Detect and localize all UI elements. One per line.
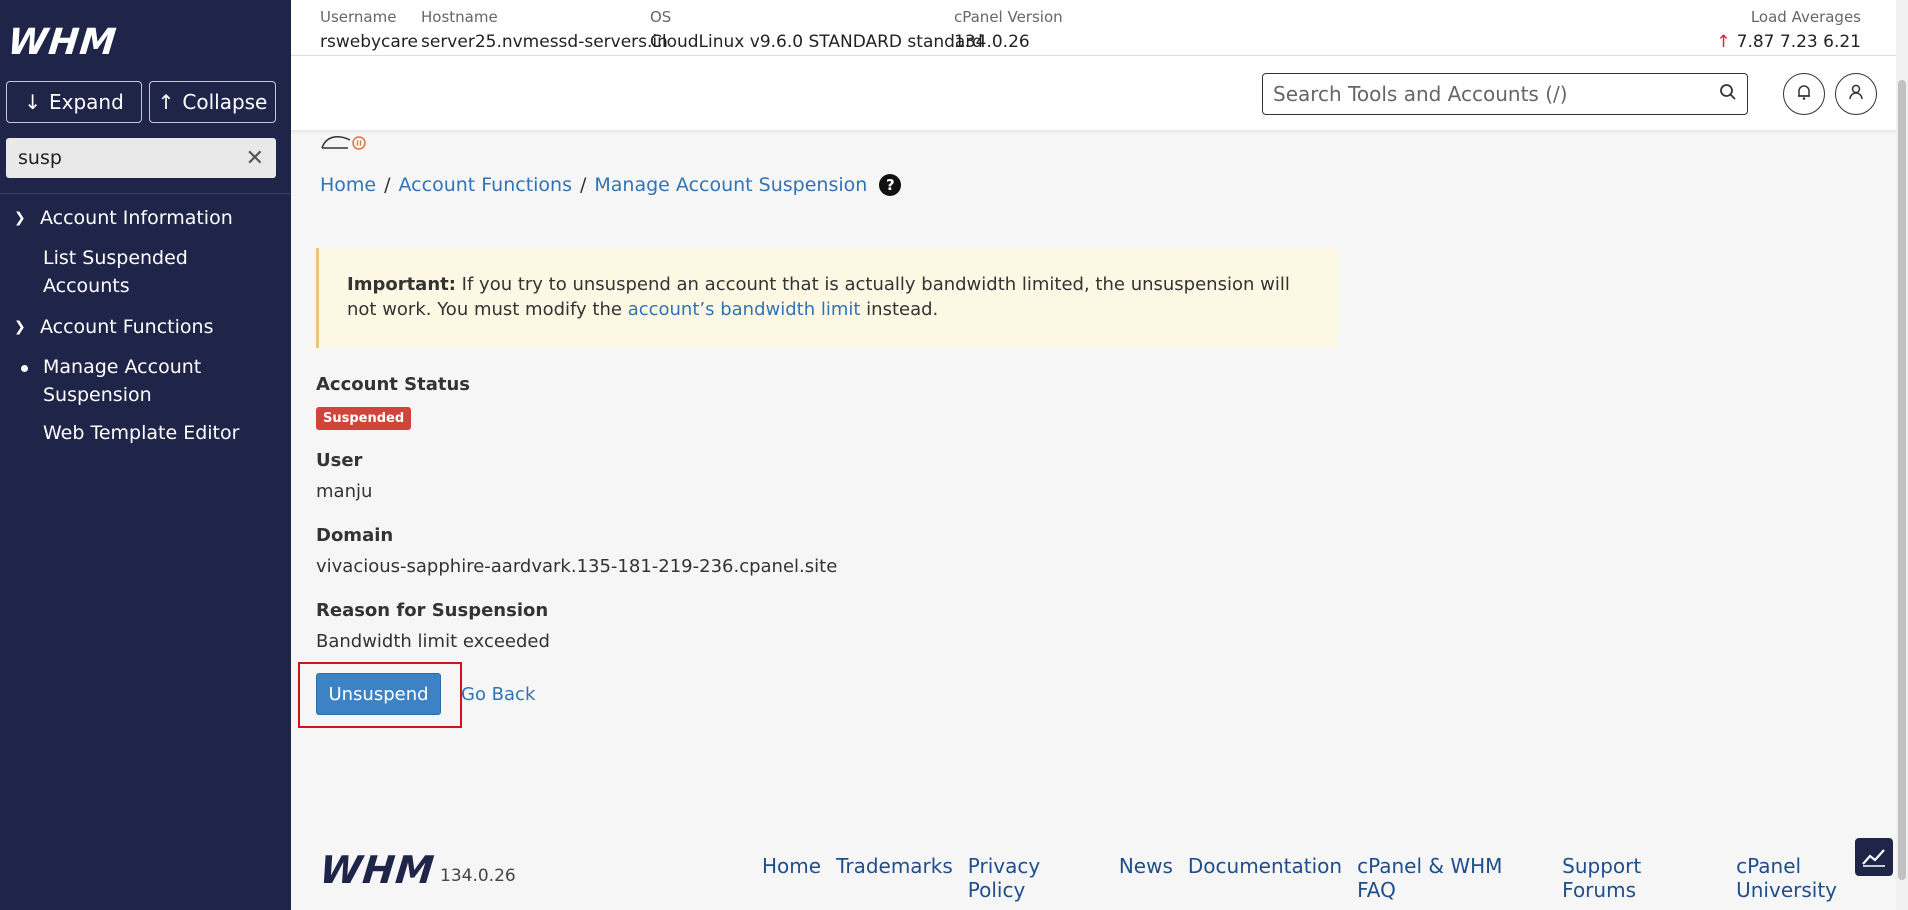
item-line: List Suspended	[43, 247, 188, 269]
bandwidth-limit-link[interactable]: account’s bandwidth limit	[628, 299, 861, 320]
arrow-up-icon: ↑	[157, 90, 175, 114]
breadcrumb-manage-account-suspension[interactable]: Manage Account Suspension	[594, 174, 867, 196]
username-label: Username	[320, 8, 397, 26]
username-value: rswebycare	[320, 32, 418, 52]
search-placeholder: Search Tools and Accounts (/)	[1273, 82, 1568, 106]
important-alert: Important: If you try to unsuspend an ac…	[316, 248, 1338, 348]
expand-label: Expand	[48, 90, 124, 114]
load-averages-row: ↑ 7.87 7.23 6.21	[1716, 32, 1861, 52]
breadcrumb-account-functions[interactable]: Account Functions	[399, 174, 572, 196]
chevron-down-icon: ❯	[14, 319, 26, 335]
os-value: CloudLinux v9.6.0 STANDARD standard	[650, 32, 983, 52]
alert-text-end: instead.	[860, 299, 939, 320]
item-line: Manage Account	[43, 356, 202, 378]
sidebar-category-account-functions[interactable]: ❯ Account Functions	[14, 316, 213, 338]
unsuspend-button[interactable]: Unsuspend	[316, 673, 441, 715]
hostname-value: server25.nvmessd-servers.in	[421, 32, 668, 52]
breadcrumb-separator: /	[384, 174, 391, 196]
search-icon	[1719, 82, 1737, 106]
scrollbar-thumb[interactable]	[1898, 80, 1906, 880]
footer-link-home[interactable]: Home	[762, 854, 821, 902]
user-icon	[1847, 83, 1865, 106]
cpanel-version-label: cPanel Version	[954, 8, 1063, 26]
load-averages-block: Load Averages ↑ 7.87 7.23 6.21	[1716, 8, 1861, 52]
item-line: Accounts	[43, 275, 130, 297]
arrow-down-icon: ↓	[24, 90, 41, 114]
collapse-label: Collapse	[182, 90, 268, 114]
suspension-icon	[320, 130, 368, 152]
load-averages-label: Load Averages	[1750, 8, 1861, 26]
page-scrollbar[interactable]	[1896, 0, 1908, 910]
cpanel-version-value: 134.0.26	[954, 32, 1030, 52]
os-label: OS	[650, 8, 672, 26]
footer-link-news[interactable]: News	[1119, 854, 1173, 902]
footer-version: 134.0.26	[440, 866, 516, 886]
footer-link-support-forums[interactable]: Support Forums	[1562, 854, 1721, 902]
item-line: Suspension	[43, 384, 152, 406]
expand-button[interactable]: ↓ Expand	[6, 81, 142, 123]
hostname-block: Hostname server25.nvmessd-servers.in	[421, 8, 668, 52]
search-tools-input[interactable]: Search Tools and Accounts (/)	[1262, 73, 1748, 115]
sidebar-search-value: susp	[18, 147, 62, 169]
footer-link-privacy-policy[interactable]: Privacy Policy	[968, 854, 1104, 902]
reason-value: Bandwidth limit exceeded	[316, 631, 550, 652]
domain-label: Domain	[316, 525, 394, 546]
notifications-button[interactable]	[1783, 73, 1825, 115]
bell-icon	[1795, 83, 1813, 106]
username-block: Username rswebycare	[320, 8, 418, 52]
sidebar-item-manage-account-suspension[interactable]: Manage Account Suspension	[20, 353, 202, 409]
reason-label: Reason for Suspension	[316, 600, 549, 621]
user-label: User	[316, 450, 363, 471]
chevron-down-icon: ❯	[14, 210, 26, 226]
hostname-label: Hostname	[421, 8, 498, 26]
breadcrumb-home[interactable]: Home	[320, 174, 376, 196]
breadcrumb-separator: /	[579, 174, 587, 196]
whm-logo[interactable]: WHM	[6, 22, 119, 63]
footer-link-documentation[interactable]: Documentation	[1188, 854, 1342, 902]
cpanel-version-block: cPanel Version 134.0.26	[954, 8, 1063, 52]
category-label: Account Information	[40, 207, 233, 229]
sidebar-item-list-suspended-accounts[interactable]: List Suspended Accounts	[43, 244, 188, 300]
help-icon[interactable]: ?	[879, 174, 902, 196]
footer-link-faq[interactable]: cPanel & WHM FAQ	[1357, 854, 1547, 902]
sidebar: WHM ↓ Expand ↑ Collapse susp ✕ ❯ Account…	[0, 0, 291, 910]
load-averages-value: 7.87 7.23 6.21	[1736, 32, 1861, 52]
user-value: manju	[316, 481, 373, 502]
alert-strong: Important:	[347, 274, 456, 295]
analytics-icon[interactable]	[1855, 838, 1893, 876]
sidebar-item-web-template-editor[interactable]: Web Template Editor	[43, 419, 239, 447]
sidebar-divider	[0, 193, 291, 194]
user-menu-button[interactable]	[1835, 73, 1877, 115]
footer-links: Home Trademarks Privacy Policy News Docu…	[762, 854, 1908, 902]
os-block: OS CloudLinux v9.6.0 STANDARD standard	[650, 8, 983, 52]
server-info-bar: Username rswebycare Hostname server25.nv…	[291, 0, 1898, 56]
domain-value: vivacious-sapphire-aardvark.135-181-219-…	[316, 556, 838, 577]
toolbar: Search Tools and Accounts (/)	[291, 56, 1898, 130]
footer-link-trademarks[interactable]: Trademarks	[836, 854, 953, 902]
go-back-link[interactable]: Go Back	[461, 684, 535, 705]
breadcrumb: Home / Account Functions / Manage Accoun…	[320, 174, 902, 196]
collapse-button[interactable]: ↑ Collapse	[149, 81, 276, 123]
category-label: Account Functions	[40, 316, 214, 338]
status-badge: Suspended	[316, 407, 412, 430]
sidebar-search-input[interactable]: susp ✕	[6, 138, 276, 178]
account-status-label: Account Status	[316, 374, 470, 395]
sidebar-category-account-information[interactable]: ❯ Account Information	[14, 207, 233, 229]
footer-whm-logo[interactable]: WHM	[318, 848, 437, 892]
clear-search-icon[interactable]: ✕	[246, 146, 264, 171]
arrow-up-icon: ↑	[1716, 32, 1731, 52]
